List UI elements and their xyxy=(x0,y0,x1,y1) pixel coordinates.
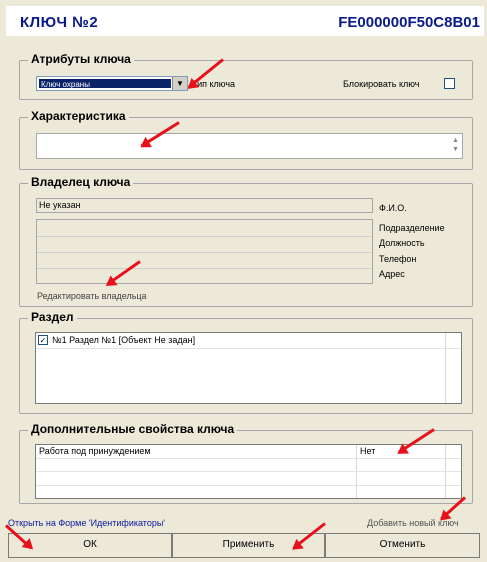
key-type-select[interactable]: Ключ охраны ▼ xyxy=(36,76,188,91)
key-code: FE000000F50C8B01 xyxy=(338,14,480,31)
extra-prop-value: Нет xyxy=(360,446,376,456)
owner-position-label: Должность xyxy=(379,238,425,248)
owner-fio-field[interactable]: Не указан xyxy=(36,198,373,213)
owner-legend: Владелец ключа xyxy=(28,175,134,189)
owner-department-label: Подразделение xyxy=(379,223,445,233)
section-list: ✓ №1 Раздел №1 [Объект Не задан] xyxy=(35,332,462,404)
edit-owner-link[interactable]: Редактировать владельца xyxy=(37,291,147,301)
key-title: КЛЮЧ №2 xyxy=(20,14,99,31)
header: КЛЮЧ №2 FE000000F50C8B01 xyxy=(6,6,484,36)
characteristic-legend: Характеристика xyxy=(28,109,129,123)
attributes-legend: Атрибуты ключа xyxy=(28,52,134,66)
section-item-label: №1 Раздел №1 [Объект Не задан] xyxy=(52,335,196,345)
table-row[interactable]: Работа под принуждением Нет xyxy=(36,445,445,458)
key-type-value: Ключ охраны xyxy=(39,79,171,89)
extra-prop-name: Работа под принуждением xyxy=(39,446,151,456)
owner-fio-value: Не указан xyxy=(39,200,81,210)
block-key-label: Блокировать ключ xyxy=(343,79,420,89)
owner-details-field[interactable] xyxy=(36,219,373,284)
section-item-checkbox[interactable]: ✓ xyxy=(38,335,48,345)
cancel-button[interactable]: Отменить xyxy=(325,533,480,558)
scroll-spinner-icon[interactable]: ▲ ▼ xyxy=(451,136,460,156)
owner-fio-label: Ф.И.О. xyxy=(379,203,407,213)
section-legend: Раздел xyxy=(28,310,77,324)
dialog-window: КЛЮЧ №2 FE000000F50C8B01 Атрибуты ключа … xyxy=(0,0,487,562)
characteristic-input[interactable]: ▲ ▼ xyxy=(36,133,463,159)
extra-props-legend: Дополнительные свойства ключа xyxy=(28,422,238,436)
open-identifiers-link[interactable]: Открыть на Форме 'Идентификаторы' xyxy=(8,518,165,528)
owner-phone-label: Телефон xyxy=(379,254,417,264)
block-key-checkbox[interactable] xyxy=(444,78,455,89)
owner-address-label: Адрес xyxy=(379,269,405,279)
